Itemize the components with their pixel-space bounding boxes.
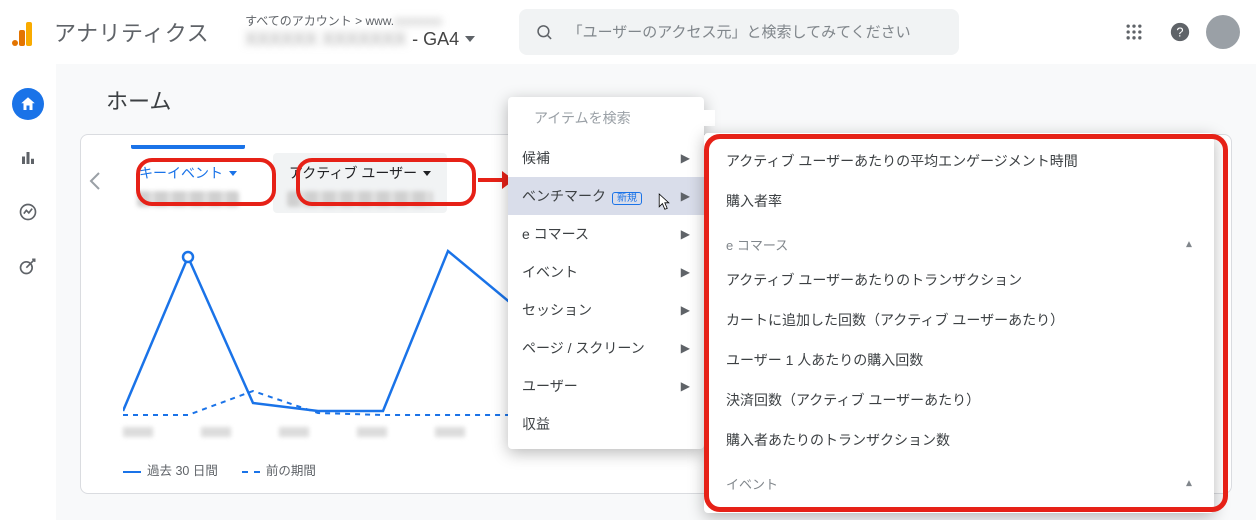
metric-group-title: イベント	[726, 474, 778, 493]
global-search[interactable]	[519, 9, 959, 55]
metric-chip-secondary-label: アクティブ ユーザー	[289, 163, 417, 183]
chevron-right-icon: ▶	[681, 341, 690, 355]
chart-legend: 過去 30 日間 前の期間	[123, 460, 316, 479]
metric-category-menu: 候補▶ベンチマーク新規▶e コマース▶イベント▶セッション▶ページ / スクリー…	[508, 97, 704, 449]
metric-category-item[interactable]: 収益	[508, 405, 704, 443]
metric-category-item[interactable]: セッション ▶	[508, 291, 704, 329]
metric-submenu-scroll[interactable]: アクティブ ユーザーあたりの平均エンゲージメント時間購入者率 e コマース ▾ アクテ…	[704, 141, 1214, 505]
left-nav-rail	[0, 64, 56, 282]
chevron-up-icon: ▾	[1186, 238, 1192, 252]
metric-category-label: セッション	[522, 300, 592, 320]
metric-option[interactable]: 購入者率	[704, 181, 1214, 221]
property-name-blurred: XXXXXX XXXXXXX	[245, 29, 406, 50]
account-breadcrumb: すべてのアカウント > www.	[245, 14, 394, 28]
metric-chip-secondary[interactable]: アクティブ ユーザー	[273, 153, 447, 213]
metric-option[interactable]: カートに追加した回数（アクティブ ユーザーあたり）	[704, 300, 1214, 340]
metric-option[interactable]: アクティブ ユーザーあたりの平均エンゲージメント時間	[704, 141, 1214, 181]
chevron-right-icon: ▶	[681, 151, 690, 165]
nav-home[interactable]	[12, 88, 44, 120]
chevron-down-icon	[465, 36, 475, 42]
metric-category-item[interactable]: ページ / スクリーン ▶	[508, 329, 704, 367]
avatar[interactable]	[1206, 15, 1240, 49]
metric-option[interactable]: ユーザー 1 人あたりの購入回数	[704, 340, 1214, 380]
metric-option[interactable]: 購入者あたりのトランザクション数	[704, 420, 1214, 460]
trend-icon	[18, 202, 38, 222]
legend-previous: 前の期間	[266, 464, 316, 478]
legend-current: 過去 30 日間	[147, 464, 218, 478]
metric-category-item[interactable]: ベンチマーク新規 ▶	[508, 177, 704, 215]
metric-option[interactable]: アクティブ ユーザーあたりのイベント数	[704, 499, 1214, 505]
metric-group-header[interactable]: e コマース ▾	[704, 221, 1214, 260]
home-icon	[19, 95, 37, 113]
help-icon[interactable]: ?	[1160, 12, 1200, 52]
metric-category-label: 収益	[522, 414, 550, 434]
metric-category-label: ベンチマーク新規	[522, 186, 642, 206]
prev-card-button[interactable]	[89, 171, 101, 191]
metric-category-label: 候補	[522, 148, 550, 168]
metric-category-label: ページ / スクリーン	[522, 338, 645, 358]
account-selector[interactable]: すべてのアカウント > www.xxxxxxxx XXXXXX XXXXXXX …	[245, 15, 475, 49]
nav-explore[interactable]	[12, 196, 44, 228]
global-search-input[interactable]	[568, 24, 944, 41]
chevron-left-icon	[89, 171, 101, 191]
metric-category-item[interactable]: 候補 ▶	[508, 139, 704, 177]
metric-option[interactable]: 決済回数（アクティブ ユーザーあたり）	[704, 380, 1214, 420]
metric-value-blurred	[287, 191, 433, 207]
chevron-right-icon: ▶	[681, 189, 690, 203]
top-bar: アナリティクス すべてのアカウント > www.xxxxxxxx XXXXXX …	[0, 0, 1256, 64]
chevron-down-icon	[423, 171, 431, 176]
target-icon	[18, 256, 38, 276]
metric-category-label: イベント	[522, 262, 578, 282]
metric-search-input[interactable]	[534, 110, 715, 126]
metric-value-blurred	[137, 191, 239, 207]
svg-text:?: ?	[1176, 25, 1183, 40]
chevron-right-icon: ▶	[681, 227, 690, 241]
metric-option[interactable]: アクティブ ユーザーあたりのトランザクション	[704, 260, 1214, 300]
metric-submenu: アクティブ ユーザーあたりの平均エンゲージメント時間購入者率 e コマース ▾ アクテ…	[704, 133, 1214, 513]
app-name: アナリティクス	[54, 16, 209, 48]
trend-chart	[123, 243, 513, 423]
nav-advertising[interactable]	[12, 250, 44, 282]
metric-category-item[interactable]: e コマース ▶	[508, 215, 704, 253]
metric-category-label: e コマース	[522, 224, 589, 244]
x-axis-labels-blurred	[123, 427, 513, 437]
metric-group-title: e コマース	[726, 235, 788, 254]
apps-icon[interactable]	[1114, 12, 1154, 52]
metric-category-item[interactable]: イベント ▶	[508, 253, 704, 291]
metric-category-item[interactable]: ユーザー ▶	[508, 367, 704, 405]
metric-chip-primary-label: キーイベント	[139, 163, 223, 183]
metric-chip-primary[interactable]: キーイベント	[123, 153, 253, 213]
chevron-right-icon: ▶	[681, 303, 690, 317]
chevron-down-icon	[229, 171, 237, 176]
chevron-right-icon: ▶	[681, 265, 690, 279]
property-suffix: - GA4	[412, 29, 459, 50]
bar-chart-icon	[19, 149, 37, 167]
chevron-up-icon: ▾	[1186, 477, 1192, 491]
new-badge: 新規	[612, 192, 642, 205]
ga-logo-icon	[12, 18, 40, 46]
metric-group-header[interactable]: イベント ▾	[704, 460, 1214, 499]
nav-reports[interactable]	[12, 142, 44, 174]
search-icon	[535, 22, 553, 42]
chevron-right-icon: ▶	[681, 379, 690, 393]
metric-category-label: ユーザー	[522, 376, 578, 396]
